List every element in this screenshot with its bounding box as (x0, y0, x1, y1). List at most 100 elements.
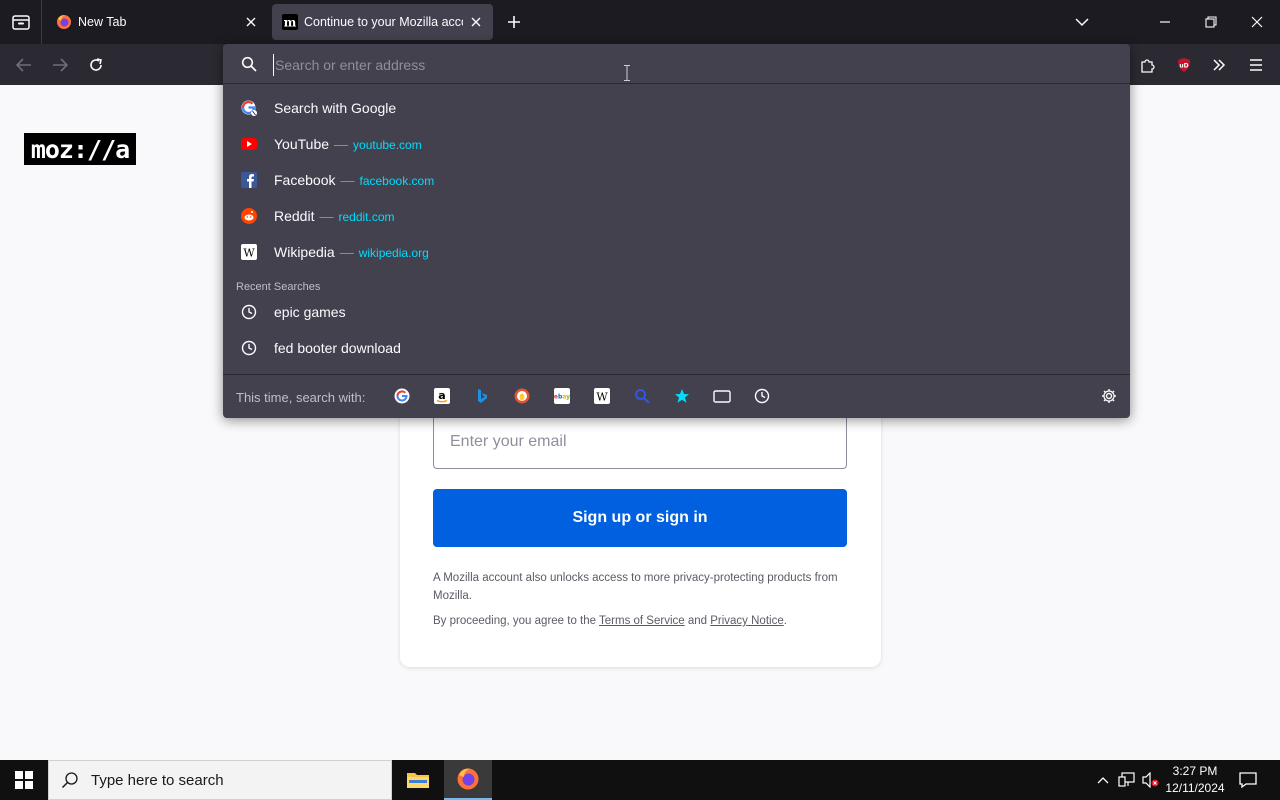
suggestion-label: Facebook (274, 172, 336, 188)
file-explorer-taskbar-button[interactable] (394, 760, 442, 800)
minimize-icon (1160, 21, 1170, 23)
suggestion-search-google[interactable]: Search with Google (223, 90, 1130, 126)
minimize-button[interactable] (1151, 8, 1179, 36)
suggestion-reddit[interactable]: Reddit — reddit.com (223, 198, 1130, 234)
sign-up-or-sign-in-button[interactable]: Sign up or sign in (433, 489, 847, 547)
wikipedia-icon: W (594, 388, 610, 404)
suggestion-wikipedia[interactable]: W Wikipedia — wikipedia.org (223, 234, 1130, 270)
speaker-muted-icon (1142, 772, 1159, 788)
list-all-tabs-button[interactable] (1068, 8, 1096, 36)
tab-title: Continue to your Mozilla account (304, 15, 463, 29)
app-menu-button[interactable] (1243, 52, 1269, 78)
signin-card: Sign up or sign in A Mozilla account als… (400, 385, 881, 667)
tabs-search-button[interactable] (713, 387, 731, 405)
email-field[interactable] (433, 415, 847, 469)
suggestion-label: Wikipedia (274, 244, 335, 260)
youtube-icon (240, 135, 258, 153)
taskbar-clock[interactable]: 3:27 PM 12/11/2024 (1160, 763, 1230, 797)
recent-searches-heading: Recent Searches (236, 281, 321, 293)
star-icon (675, 389, 689, 403)
suggestion-label: YouTube (274, 136, 330, 152)
reddit-icon (240, 207, 258, 225)
suggestion-label: Search with Google (274, 100, 397, 116)
suggestion-url: reddit.com (338, 210, 395, 224)
ublock-origin-icon: uD (1178, 58, 1190, 72)
amazon-icon: a (434, 388, 450, 404)
firefox-view-icon (11, 15, 30, 30)
history-clock-icon (754, 388, 770, 404)
svg-text:W: W (243, 247, 255, 260)
double-chevron-right-icon (1213, 59, 1226, 71)
volume-button[interactable] (1140, 760, 1162, 800)
terms-of-service-link[interactable]: Terms of Service (599, 615, 685, 627)
duckduckgo-engine-button[interactable] (513, 387, 531, 405)
chevron-up-icon (1097, 777, 1109, 784)
google-icon (240, 99, 258, 117)
notification-icon (1239, 772, 1257, 789)
tab-mozilla-account[interactable]: m Continue to your Mozilla account (272, 4, 493, 40)
wikipedia-icon: W (240, 243, 258, 261)
gear-icon (1102, 389, 1116, 403)
recent-search-item[interactable]: fed booter download (223, 330, 1130, 366)
firefox-taskbar-button[interactable] (444, 760, 492, 800)
close-window-button[interactable] (1243, 8, 1271, 36)
separator-dash: — (334, 136, 349, 152)
address-bar (223, 44, 1130, 84)
ebay-icon: ebay (554, 388, 570, 404)
search-settings-button[interactable] (1100, 387, 1118, 405)
tab-title: New Tab (78, 15, 127, 29)
suggestion-youtube[interactable]: YouTube — youtube.com (223, 126, 1130, 162)
overflow-menu-button[interactable] (1206, 52, 1232, 78)
mozilla-m-icon: m (282, 14, 298, 30)
amazon-engine-button[interactable]: a (433, 387, 451, 405)
show-hidden-icons-button[interactable] (1094, 760, 1112, 800)
firefox-view-button[interactable] (0, 0, 42, 44)
windows-taskbar: Type here to search 3:27 PM 12/11/2024 (0, 760, 1280, 800)
suggestion-facebook[interactable]: Facebook — facebook.com (223, 162, 1130, 198)
bing-engine-button[interactable] (473, 387, 491, 405)
privacy-notice-link[interactable]: Privacy Notice (710, 615, 784, 627)
tab-strip: New Tab m Continue to your Mozilla accou… (0, 0, 1280, 44)
one-off-label: This time, search with: (236, 390, 366, 405)
google-engine-button[interactable] (393, 387, 411, 405)
search-icon (635, 389, 650, 404)
mozilla-logo[interactable]: moz://a (24, 133, 136, 165)
facebook-icon (240, 171, 258, 189)
recent-search-item[interactable]: epic games (223, 294, 1130, 330)
tab-new-tab[interactable]: New Tab (46, 4, 268, 40)
search-icon (241, 56, 257, 72)
search-icon (61, 772, 78, 789)
search-engine-button[interactable] (633, 387, 651, 405)
recent-search-label: epic games (274, 304, 346, 320)
taskbar-search-box[interactable]: Type here to search (48, 760, 392, 800)
puzzle-piece-icon (1141, 59, 1155, 73)
restore-button[interactable] (1197, 8, 1225, 36)
bing-icon (478, 389, 487, 403)
hamburger-menu-icon (1250, 59, 1262, 71)
forward-button[interactable] (47, 52, 73, 78)
address-bar-popup: Search with Google YouTube—youtube.com F… (223, 44, 1130, 418)
history-search-button[interactable] (753, 387, 771, 405)
extensions-button[interactable] (1135, 52, 1161, 78)
recent-search-label: fed booter download (274, 340, 401, 356)
bookmarks-search-button[interactable] (673, 387, 691, 405)
wikipedia-engine-button[interactable]: W (593, 387, 611, 405)
reload-icon (90, 58, 102, 71)
ebay-engine-button[interactable]: ebay (553, 387, 571, 405)
close-icon[interactable] (244, 15, 258, 29)
folder-icon (407, 773, 429, 788)
history-clock-icon (240, 339, 258, 357)
svg-text:m: m (284, 16, 297, 30)
reload-button[interactable] (83, 52, 109, 78)
action-center-button[interactable] (1234, 760, 1262, 800)
separator-dash: — (340, 172, 355, 188)
start-button[interactable] (0, 760, 48, 800)
address-input[interactable] (273, 54, 1113, 76)
ublock-origin-button[interactable]: uD (1171, 52, 1197, 78)
suggestion-url: facebook.com (359, 174, 435, 188)
new-tab-button[interactable] (502, 10, 526, 34)
close-icon[interactable] (469, 15, 483, 29)
network-button[interactable] (1116, 760, 1138, 800)
back-button[interactable] (11, 52, 37, 78)
chevron-down-icon (1075, 18, 1089, 27)
